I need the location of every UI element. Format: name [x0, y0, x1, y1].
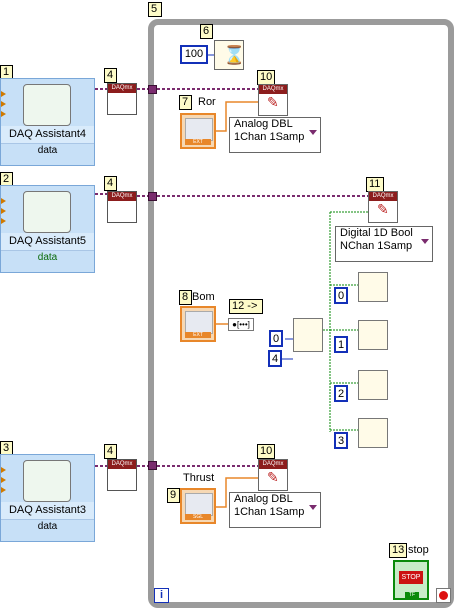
pencil-icon: ✎	[267, 469, 279, 485]
iteration-terminal: i	[154, 588, 169, 603]
index-constant-b[interactable]: 1	[334, 336, 348, 353]
label-4c: 4	[104, 444, 117, 459]
index-constant-a[interactable]: 0	[334, 287, 348, 304]
label-4a: 4	[104, 68, 117, 83]
label-13: 13	[389, 543, 407, 558]
daq-title: DAQ Assistant5	[1, 233, 94, 250]
poly-line-2: 1Chan 1Samp	[234, 131, 305, 143]
daqmx-write-digital[interactable]: DAQmx ✎	[368, 191, 398, 223]
control-label-ror: Ror	[198, 96, 216, 108]
stop-button[interactable]: STOP TF	[393, 560, 429, 600]
ror-control[interactable]: EXT	[180, 113, 216, 149]
index-array-node-3[interactable]	[358, 370, 388, 400]
label-7: 7	[179, 95, 192, 110]
length-constant-4[interactable]: 4	[268, 350, 282, 367]
loop-condition-terminal[interactable]	[436, 588, 451, 603]
pencil-icon: ✎	[267, 94, 279, 110]
label-9: 9	[167, 488, 180, 503]
daqmx-convert-node-1[interactable]: DAQmx	[107, 83, 137, 115]
daq-title: DAQ Assistant4	[1, 126, 94, 143]
tunnel-1	[148, 85, 157, 94]
daq-assistant-icon	[23, 84, 71, 126]
label-6: 6	[200, 24, 213, 39]
poly-line-1: Analog DBL	[234, 118, 293, 130]
index-array-node-4[interactable]	[358, 418, 388, 448]
split-array-node[interactable]	[293, 318, 323, 352]
index-constant-0[interactable]: 0	[269, 330, 283, 347]
label-10b: 10	[257, 444, 275, 459]
daqmx-write-2[interactable]: DAQmx ✎	[258, 459, 288, 491]
poly-line-1: Digital 1D Bool	[340, 227, 413, 239]
daq-assistant-5[interactable]: DAQ Assistant5 data	[0, 185, 95, 273]
polymorphic-selector-analog-2[interactable]: Analog DBL 1Chan 1Samp	[229, 492, 321, 528]
index-constant-d[interactable]: 3	[334, 432, 348, 449]
daq-port-data: data	[1, 143, 94, 157]
wait-ms-constant[interactable]: 100	[180, 45, 208, 64]
number-to-boolean-array-node[interactable]: ●[•••]	[228, 318, 254, 331]
label-4b: 4	[104, 176, 117, 191]
daq-assistant-icon	[23, 191, 71, 233]
tunnel-3	[148, 461, 157, 470]
daq-title: DAQ Assistant3	[1, 502, 94, 519]
control-label-stop: stop	[408, 544, 429, 556]
poly-line-1: Analog DBL	[234, 493, 293, 505]
label-10a: 10	[257, 70, 275, 85]
label-12: 12 ->	[229, 299, 263, 314]
daq-assistant-3[interactable]: DAQ Assistant3 data	[0, 454, 95, 542]
index-array-node-1[interactable]	[358, 272, 388, 302]
daq-port-data: data	[1, 519, 94, 533]
stop-sign-icon: STOP	[399, 571, 423, 584]
daq-assistant-icon	[23, 460, 71, 502]
daqmx-write-1[interactable]: DAQmx ✎	[258, 84, 288, 116]
metronome-icon: ⌛	[223, 45, 246, 65]
control-label-thrust: Thrust	[183, 472, 215, 484]
polymorphic-selector-analog-1[interactable]: Analog DBL 1Chan 1Samp	[229, 117, 321, 153]
label-5: 5	[148, 2, 162, 17]
polymorphic-selector-digital[interactable]: Digital 1D Bool NChan 1Samp	[335, 226, 433, 262]
pencil-icon: ✎	[377, 201, 389, 217]
stop-condition-icon	[439, 591, 448, 600]
daqmx-convert-node-3[interactable]: DAQmx	[107, 459, 137, 491]
poly-line-2: NChan 1Samp	[340, 240, 413, 252]
label-11: 11	[366, 177, 384, 192]
control-label-bom: Bom	[192, 291, 215, 303]
bom-control[interactable]: EXT	[180, 306, 216, 342]
thrust-control[interactable]: SGL	[180, 488, 216, 524]
daqmx-convert-node-2[interactable]: DAQmx	[107, 191, 137, 223]
index-constant-c[interactable]: 2	[334, 385, 348, 402]
label-8: 8	[179, 290, 192, 305]
tunnel-2	[148, 192, 157, 201]
daq-port-data: data	[1, 250, 94, 264]
index-array-node-2[interactable]	[358, 320, 388, 350]
daq-assistant-4[interactable]: DAQ Assistant4 data	[0, 78, 95, 166]
poly-line-2: 1Chan 1Samp	[234, 506, 305, 518]
wait-ms-node[interactable]: ⌛	[214, 40, 246, 70]
